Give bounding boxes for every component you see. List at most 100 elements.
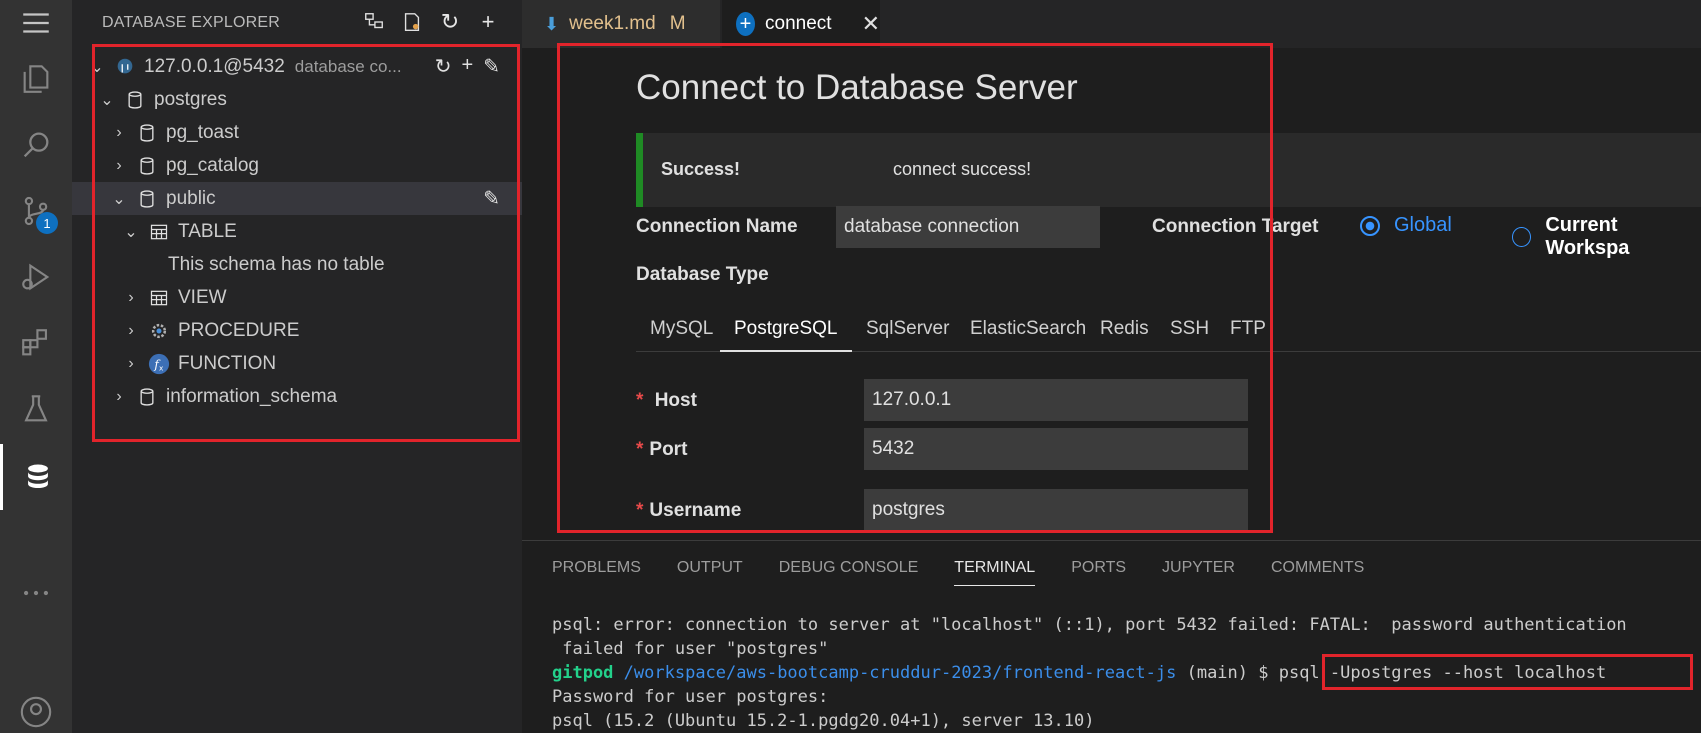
tree-label: pg_catalog: [166, 154, 259, 176]
connection-description: database co...: [294, 56, 402, 76]
connection-target-label: Connection Target: [1152, 216, 1319, 237]
dbtype-redis[interactable]: Redis: [1086, 312, 1163, 352]
testing-icon[interactable]: [0, 376, 72, 442]
chevron-down-icon[interactable]: ⌄: [108, 189, 130, 209]
chevron-down-icon[interactable]: ⌄: [96, 90, 118, 110]
tree-item-public[interactable]: ⌄ public ✎: [72, 182, 522, 215]
account-icon[interactable]: [0, 690, 72, 733]
database-cylinder-icon: [124, 89, 146, 111]
dbtype-sqlserver[interactable]: SqlServer: [852, 312, 963, 352]
dbtype-mysql[interactable]: MySQL: [636, 312, 727, 352]
terminal-line: Password for user postgres:: [552, 687, 829, 707]
panel-tab-output[interactable]: OUTPUT: [677, 559, 743, 586]
tree-item-information-schema[interactable]: › information_schema: [72, 380, 522, 413]
dbtype-postgresql[interactable]: PostgreSQL: [720, 312, 852, 352]
scm-badge: 1: [36, 212, 58, 234]
tree-item-postgres[interactable]: ⌄ postgres: [72, 83, 522, 116]
success-alert: Success! connect success!: [636, 133, 1701, 207]
run-debug-icon[interactable]: [0, 244, 72, 310]
panel-tab-comments[interactable]: COMMENTS: [1271, 559, 1364, 586]
username-input[interactable]: postgres: [864, 489, 1248, 531]
panel-tab-debug-console[interactable]: DEBUG CONSOLE: [779, 559, 919, 586]
editor-tab-bar: ⬇ week1.md M + connect ✕: [522, 0, 1701, 48]
tree-item-table[interactable]: ⌄ TABLE: [72, 215, 522, 248]
new-file-icon[interactable]: [400, 10, 424, 34]
more-icon[interactable]: [0, 560, 72, 626]
tree-item-pg-catalog[interactable]: › pg_catalog: [72, 149, 522, 182]
empty-schema-message: This schema has no table: [72, 248, 522, 281]
refresh-connection-icon[interactable]: ↻: [435, 54, 452, 79]
edit-icon[interactable]: ✎: [483, 54, 500, 79]
chevron-down-icon[interactable]: ⌄: [86, 57, 108, 77]
files-icon[interactable]: [0, 46, 72, 112]
tab-label: connect: [765, 13, 832, 34]
source-control-icon[interactable]: 1: [0, 178, 72, 244]
add-connection-icon[interactable]: +: [476, 9, 500, 34]
dbtype-ssh[interactable]: SSH: [1156, 312, 1223, 352]
tree-label: FUNCTION: [178, 352, 277, 374]
refresh-icon[interactable]: ↻: [438, 9, 462, 34]
tree-label: pg_toast: [166, 121, 239, 143]
database-type-label: Database Type: [636, 264, 769, 285]
connections-overview-icon[interactable]: [362, 10, 386, 34]
extensions-icon[interactable]: [0, 310, 72, 376]
search-icon[interactable]: [0, 112, 72, 178]
tree-item-view[interactable]: › VIEW: [72, 281, 522, 314]
radio-checked-icon: [1360, 215, 1380, 236]
host-input[interactable]: 127.0.0.1: [864, 379, 1248, 421]
tree-connection[interactable]: ⌄ 127.0.0.1@5432 database co... ↻ + ✎: [72, 50, 522, 83]
tab-connect[interactable]: + connect ✕: [722, 0, 880, 48]
plus-circle-icon: +: [736, 12, 756, 36]
chevron-down-icon[interactable]: ⌄: [120, 222, 142, 242]
database-icon[interactable]: [0, 444, 72, 510]
connection-label: 127.0.0.1@5432: [144, 55, 285, 77]
tree-item-pg-toast[interactable]: › pg_toast: [72, 116, 522, 149]
prompt-branch: (main) $: [1176, 663, 1279, 683]
table-grid-icon: [148, 221, 170, 243]
chevron-right-icon[interactable]: ›: [120, 355, 142, 373]
connect-editor: Connect to Database Server Success! conn…: [522, 48, 1701, 540]
terminal-output[interactable]: psql: error: connection to server at "lo…: [552, 613, 1627, 733]
radio-label: Global: [1394, 214, 1452, 236]
port-label: * Port: [636, 439, 688, 460]
close-icon[interactable]: ✕: [862, 11, 880, 37]
menu-icon[interactable]: [0, 0, 72, 46]
panel-tab-ports[interactable]: PORTS: [1071, 559, 1126, 586]
terminal-command: psql -Upostgres --host localhost: [1278, 663, 1607, 683]
panel-tab-terminal[interactable]: TERMINAL: [954, 559, 1036, 586]
chevron-right-icon[interactable]: ›: [120, 289, 142, 307]
connection-name-input[interactable]: database connection: [836, 206, 1100, 248]
chevron-right-icon[interactable]: ›: [120, 322, 142, 340]
panel-tabs: PROBLEMS OUTPUT DEBUG CONSOLE TERMINAL P…: [552, 559, 1364, 586]
terminal-line: psql (15.2 (Ubuntu 15.2-1.pgdg20.04+1), …: [552, 711, 1095, 731]
tree-label: public: [166, 187, 216, 209]
radio-label: Current Workspa: [1545, 214, 1630, 259]
schema-cylinder-icon: [136, 155, 158, 177]
panel-tab-problems[interactable]: PROBLEMS: [552, 559, 641, 586]
edit-icon[interactable]: ✎: [483, 186, 500, 211]
chevron-right-icon[interactable]: ›: [108, 157, 130, 175]
tree-label: PROCEDURE: [178, 319, 300, 341]
port-input[interactable]: 5432: [864, 428, 1248, 470]
target-radio-workspace[interactable]: Current Workspa: [1512, 214, 1701, 260]
dbtype-ftp[interactable]: FTP: [1216, 312, 1280, 352]
page-title: Connect to Database Server: [636, 68, 1078, 107]
tree-item-procedure[interactable]: › PROCEDURE: [72, 314, 522, 347]
dbtype-elasticsearch[interactable]: ElasticSearch: [956, 312, 1100, 352]
chevron-right-icon[interactable]: ›: [108, 124, 130, 142]
tab-week1-md[interactable]: ⬇ week1.md M: [522, 0, 720, 48]
tab-label: week1.md: [569, 13, 656, 34]
tree-label: information_schema: [166, 385, 338, 407]
modified-indicator: M: [669, 13, 686, 34]
radio-unchecked-icon: [1512, 227, 1532, 247]
tree-label: This schema has no table: [168, 253, 385, 275]
chevron-right-icon[interactable]: ›: [108, 388, 130, 406]
gear-icon: [148, 320, 170, 342]
prompt-path: /workspace/aws-bootcamp-cruddur-2023/fro…: [623, 663, 1177, 683]
schema-cylinder-icon: [136, 386, 158, 408]
tree-item-function[interactable]: › fx FUNCTION: [72, 347, 522, 380]
target-radio-global[interactable]: Global: [1360, 214, 1452, 237]
add-icon[interactable]: +: [462, 54, 474, 79]
panel-tab-jupyter[interactable]: JUPYTER: [1162, 559, 1235, 586]
tree-label: postgres: [154, 88, 227, 110]
